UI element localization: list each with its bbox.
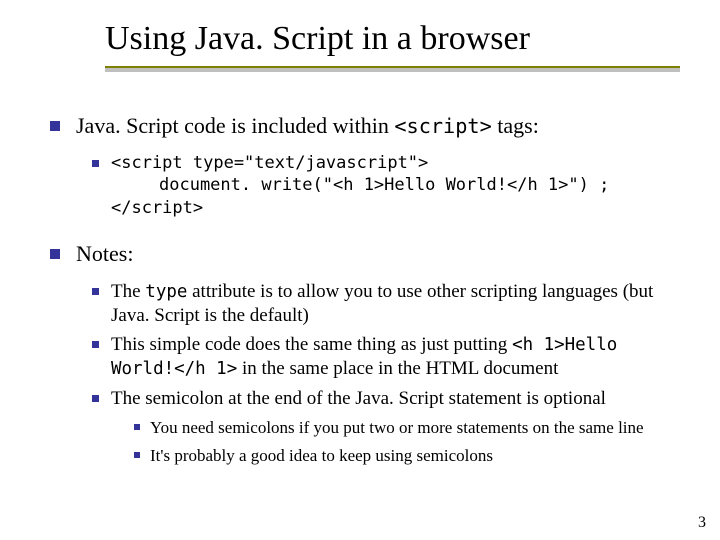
page-number: 3	[698, 514, 706, 532]
bullet-level2-code: <script type="text/javascript"> document…	[92, 152, 680, 221]
title-block: Using Java. Script in a browser	[105, 20, 680, 72]
slide-title: Using Java. Script in a browser	[105, 20, 680, 64]
text: This simple code does the same thing as …	[111, 334, 512, 355]
bullet-level2: The semicolon at the end of the Java. Sc…	[92, 387, 680, 411]
content-area: Java. Script code is included within <sc…	[50, 112, 680, 467]
bullet-level2: This simple code does the same thing as …	[92, 333, 680, 381]
inline-code: type	[145, 282, 187, 302]
bullet-level3: You need semicolons if you put two or mo…	[134, 417, 680, 439]
title-shadow	[105, 68, 680, 72]
bullet-text: The semicolon at the end of the Java. Sc…	[111, 387, 606, 411]
square-bullet-icon	[134, 452, 140, 458]
bullet-level1: Notes:	[50, 240, 680, 268]
slide: Using Java. Script in a browser Java. Sc…	[0, 0, 720, 540]
square-bullet-icon	[50, 249, 60, 259]
bullet-level3: It's probably a good idea to keep using …	[134, 445, 680, 467]
bullet-text: You need semicolons if you put two or mo…	[150, 417, 644, 439]
square-bullet-icon	[134, 424, 140, 430]
inline-code: <script>	[394, 114, 491, 138]
bullet-text: Java. Script code is included within <sc…	[76, 112, 539, 140]
square-bullet-icon	[92, 341, 99, 348]
text: The	[111, 281, 145, 302]
text: in the same place in the HTML document	[237, 358, 558, 379]
square-bullet-icon	[92, 160, 99, 167]
text: tags:	[492, 113, 539, 138]
bullet-level1: Java. Script code is included within <sc…	[50, 112, 680, 140]
square-bullet-icon	[50, 121, 60, 131]
code-line: document. write("<h 1>Hello World!</h 1>…	[111, 174, 609, 197]
text: Java. Script code is included within	[76, 113, 394, 138]
code-block: <script type="text/javascript"> document…	[111, 152, 609, 221]
square-bullet-icon	[92, 288, 99, 295]
bullet-text: This simple code does the same thing as …	[111, 333, 680, 381]
bullet-text: Notes:	[76, 240, 133, 268]
bullet-level2: The type attribute is to allow you to us…	[92, 280, 680, 328]
text: attribute is to allow you to use other s…	[111, 281, 653, 326]
square-bullet-icon	[92, 395, 99, 402]
code-line: <script type="text/javascript">	[111, 152, 609, 175]
bullet-text: The type attribute is to allow you to us…	[111, 280, 680, 328]
bullet-text: It's probably a good idea to keep using …	[150, 445, 493, 467]
code-line: </script>	[111, 197, 609, 220]
